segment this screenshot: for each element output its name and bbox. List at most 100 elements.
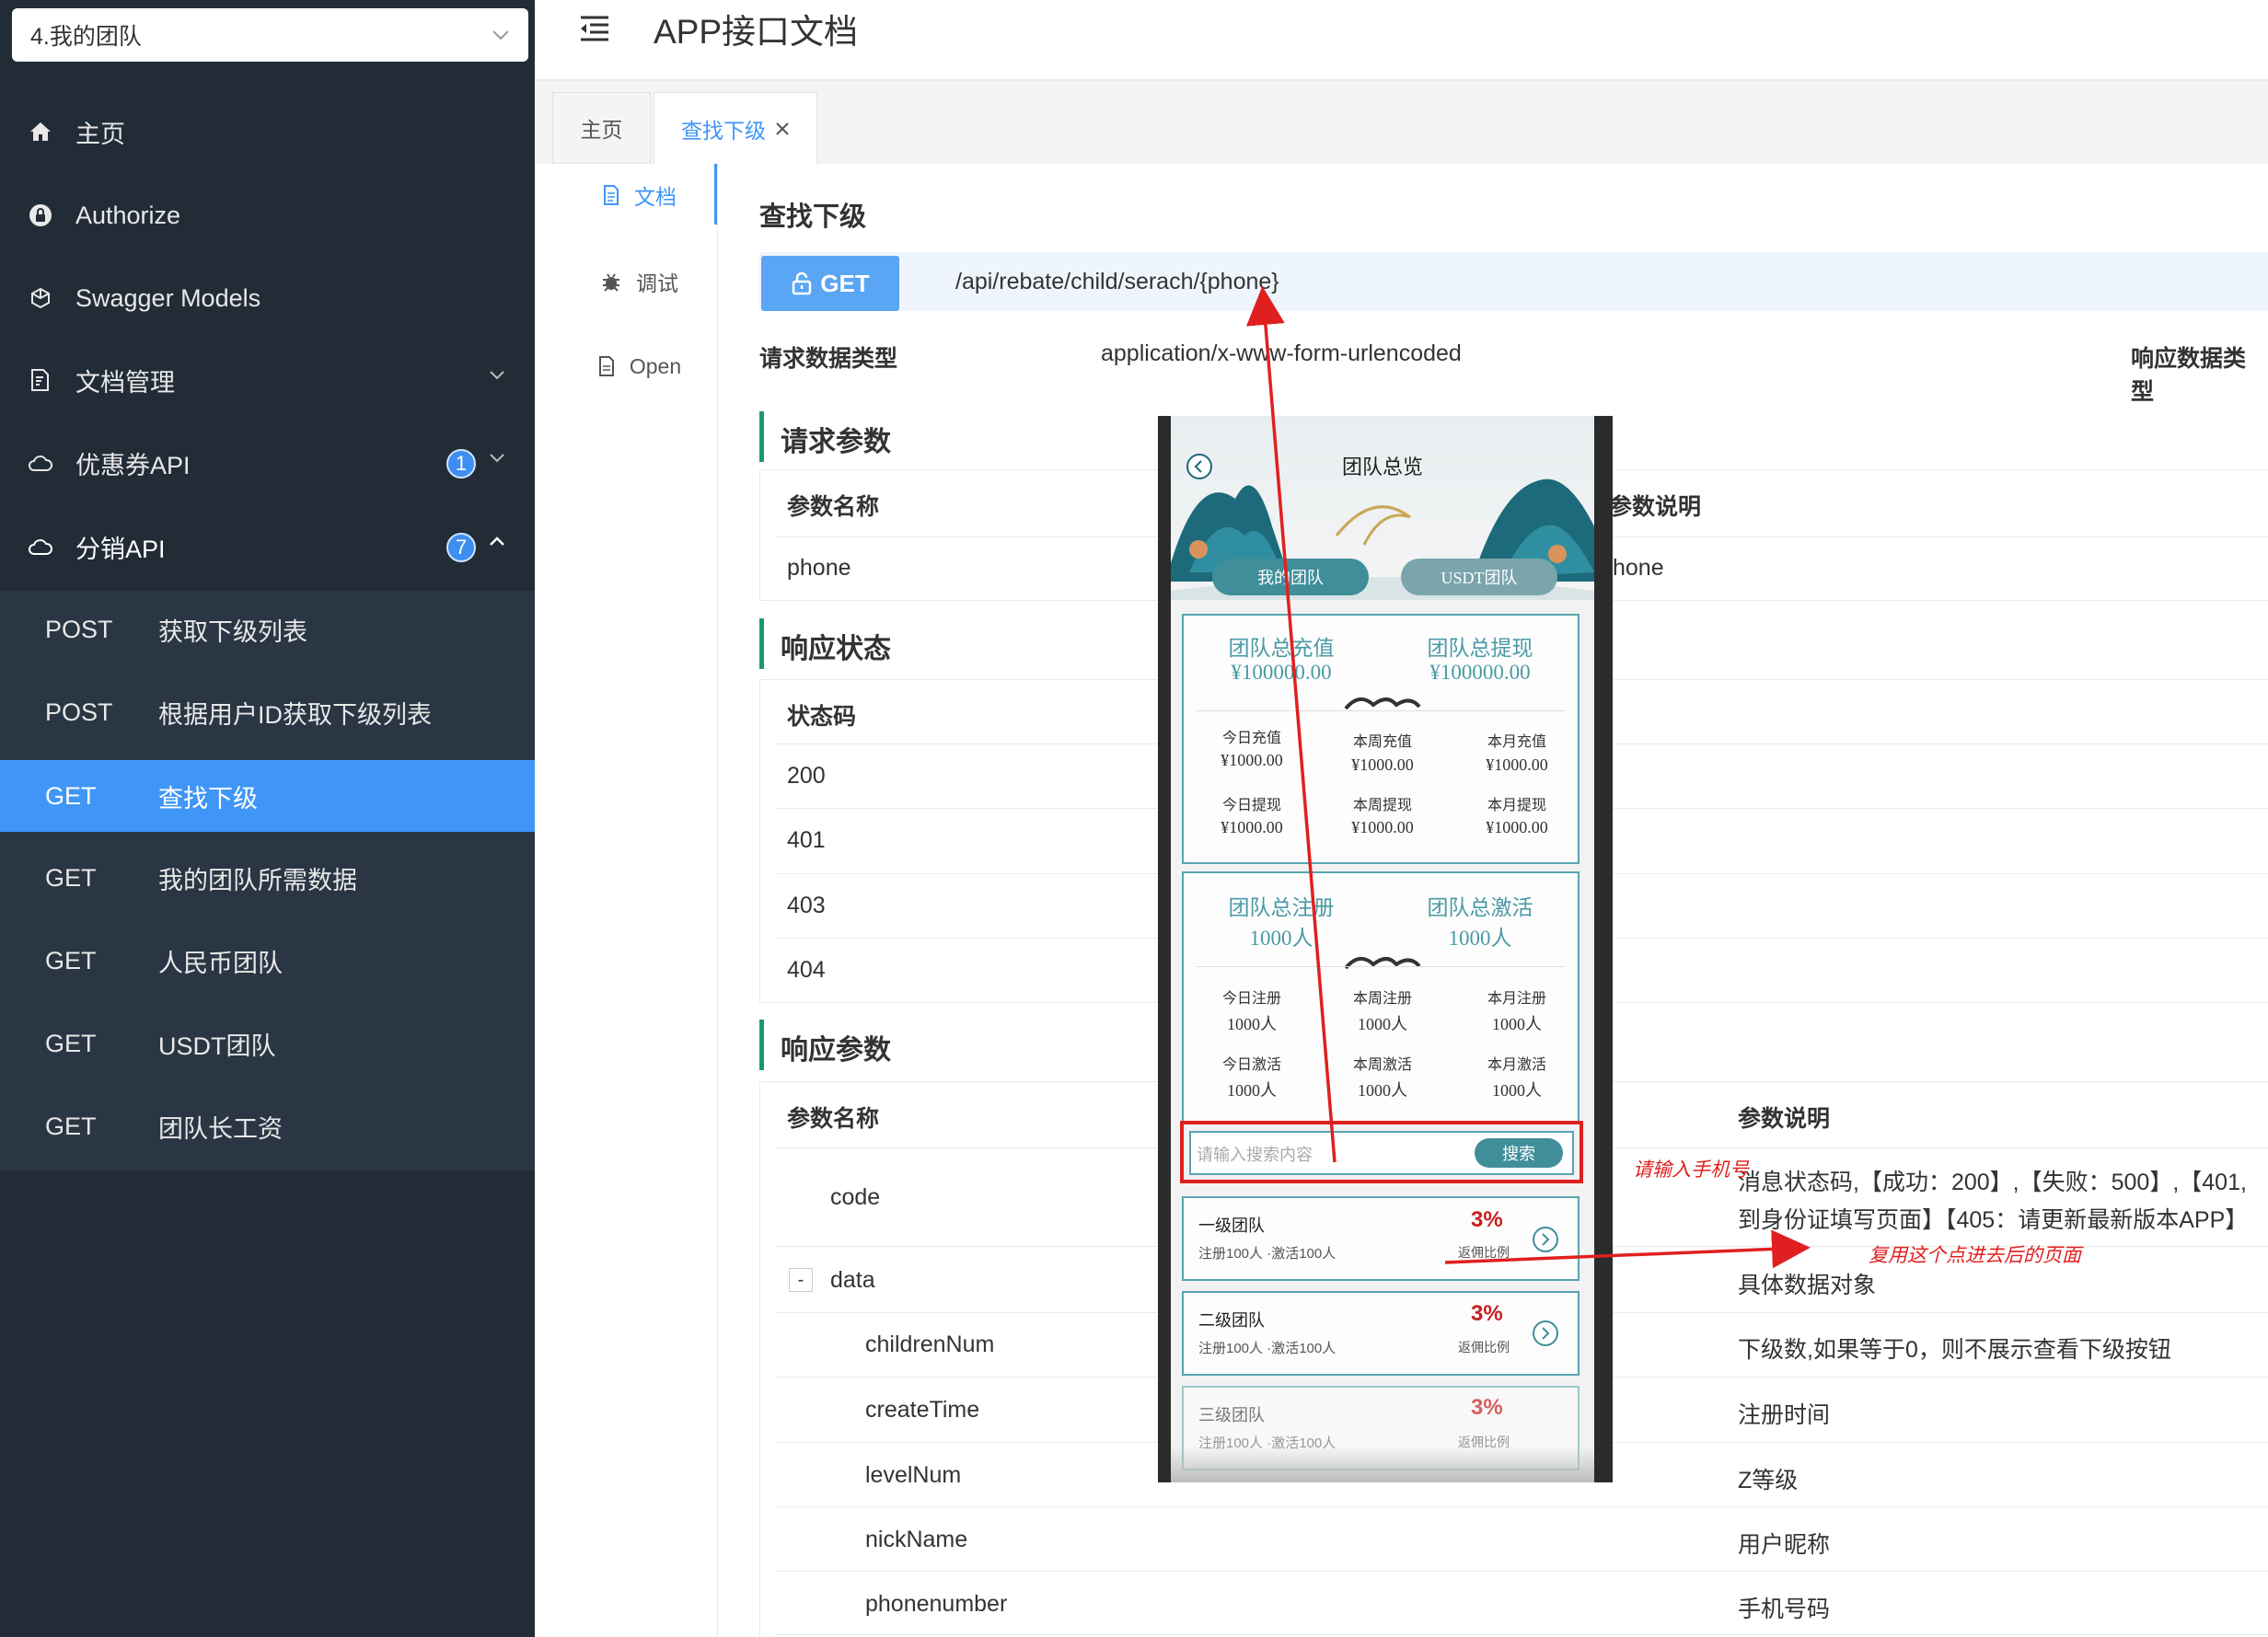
column-header: 参数说明	[1738, 1106, 1831, 1132]
param-desc: 具体数据对象	[1738, 1273, 1877, 1298]
param-name: code	[830, 1184, 881, 1210]
submenu-item-label: 查找下级	[158, 784, 258, 813]
stat-value: 1000人	[1358, 1081, 1407, 1100]
stat-value: 1000人	[1492, 1081, 1542, 1100]
param-desc: hone	[1613, 555, 1664, 581]
http-method: GET	[45, 1112, 97, 1140]
level-sub: 注册100人 ·激活100人	[1198, 1341, 1336, 1356]
sidebar-item-coupon-api[interactable]: 优惠券API 1	[0, 421, 535, 504]
rate-value: 3%	[1471, 1395, 1503, 1420]
section-title: 请求参数	[781, 427, 891, 457]
expand-toggle[interactable]: -	[789, 1268, 813, 1292]
param-name: childrenNum	[865, 1332, 995, 1357]
sidebar-item-authorize[interactable]: Authorize	[0, 174, 535, 257]
submenu-item-active[interactable]: GET 查找下级	[0, 760, 535, 832]
search-button[interactable]: 搜索	[1475, 1138, 1563, 1168]
section-bar	[759, 618, 764, 669]
divider	[1197, 710, 1565, 711]
document-settings-icon	[26, 365, 55, 395]
menu-toggle-icon[interactable]	[577, 15, 610, 47]
sidebar-item-label: 分销API	[75, 535, 166, 563]
tab-find-child[interactable]: 查找下级	[654, 92, 817, 164]
submenu-item[interactable]: POST 根据用户ID获取下级列表	[0, 675, 535, 749]
row-divider	[776, 1634, 2268, 1635]
submenu-item[interactable]: GET USDT团队	[0, 1007, 535, 1080]
stat-label: 本周提现	[1352, 798, 1412, 813]
cube-icon	[26, 283, 55, 313]
stat-value: 1000人	[1492, 1015, 1542, 1033]
doc-tab-label: Open	[629, 353, 682, 378]
submenu-item-label: 团队长工资	[158, 1114, 283, 1143]
stat-label: 本月激活	[1487, 1057, 1546, 1073]
back-icon[interactable]	[1186, 453, 1213, 485]
sidebar-item-distribution-api[interactable]: 分销API 7	[0, 505, 535, 588]
card-value: 1000人	[1249, 927, 1313, 950]
status-code: 200	[787, 763, 826, 789]
param-name: phonenumber	[865, 1591, 1008, 1617]
status-code: 404	[787, 957, 826, 983]
rate-value: 3%	[1471, 1207, 1503, 1232]
card-title: 团队总激活	[1427, 896, 1533, 919]
stat-label: 今日注册	[1221, 991, 1281, 1007]
sidebar-item-swagger-models[interactable]: Swagger Models	[0, 257, 535, 340]
stat-value: ¥1000.00	[1486, 755, 1548, 774]
method-label: GET	[820, 269, 870, 297]
chevron-right-icon[interactable]	[1532, 1320, 1559, 1352]
tab-my-team[interactable]: 我的团队	[1212, 559, 1369, 595]
endpoint-path[interactable]: /api/rebate/child/serach/{phone}	[955, 269, 1279, 295]
submenu-item[interactable]: GET 人民币团队	[0, 924, 535, 997]
doc-tab-document[interactable]: 文档	[571, 175, 709, 215]
level-card[interactable]	[1182, 1291, 1580, 1376]
count-badge: 7	[446, 533, 476, 562]
level-sub: 注册100人 ·激活100人	[1198, 1246, 1336, 1262]
chevron-down-icon	[490, 454, 504, 463]
submenu-item[interactable]: POST 获取下级列表	[0, 593, 535, 666]
chevron-right-icon[interactable]	[1532, 1226, 1559, 1258]
stat-label: 今日激活	[1221, 1057, 1281, 1073]
tab-home[interactable]: 主页	[552, 92, 651, 164]
stat-label: 今日充值	[1221, 731, 1281, 746]
sidebar-item-label: Swagger Models	[75, 283, 261, 312]
submenu-item[interactable]: GET 我的团队所需数据	[0, 841, 535, 915]
group-select-value: 4.我的团队	[30, 24, 142, 50]
doc-tab-debug[interactable]: 调试	[571, 261, 709, 302]
chevron-up-icon	[490, 536, 504, 546]
group-select[interactable]: 4.我的团队	[12, 8, 528, 62]
stat-label: 今日提现	[1221, 798, 1281, 813]
tab-usdt-team[interactable]: USDT团队	[1401, 559, 1557, 595]
stat-value: 1000人	[1227, 1081, 1277, 1100]
bug-icon	[603, 273, 619, 292]
param-desc: 消息状态码,【成功：200】,【失败：500】,【401,	[1738, 1170, 2247, 1195]
annotation-note: 请输入手机号	[1633, 1159, 1749, 1181]
stat-value: ¥1000.00	[1351, 755, 1414, 774]
method-badge: GET	[761, 256, 899, 311]
divider	[1197, 966, 1565, 967]
submenu-item[interactable]: GET 团队长工资	[0, 1089, 535, 1163]
sidebar-item-home[interactable]: 主页	[0, 90, 535, 173]
sidebar-item-doc-management[interactable]: 文档管理	[0, 339, 535, 421]
sidebar-item-label: 主页	[75, 120, 125, 148]
phone-screen: 团队总览 我的团队 USDT团队 团队总充值 ¥100000.00 团队总提现 …	[1171, 416, 1594, 1482]
count-badge: 1	[446, 449, 476, 478]
doc-tab-label: 调试	[636, 271, 678, 295]
level-name: 二级团队	[1198, 1311, 1265, 1330]
sidebar-item-label: Authorize	[75, 201, 181, 229]
stat-label: 本月充值	[1487, 734, 1546, 750]
close-icon[interactable]	[775, 121, 790, 136]
api-name: 查找下级	[759, 202, 867, 232]
request-type-label: 请求数据类型	[759, 346, 898, 372]
http-method: GET	[45, 1029, 97, 1057]
chevron-down-icon	[492, 30, 509, 40]
card-title: 团队总注册	[1228, 896, 1335, 919]
page-title: APP接口文档	[654, 13, 859, 51]
stat-label: 本周激活	[1352, 1057, 1412, 1073]
http-method: GET	[45, 781, 97, 810]
level-card[interactable]	[1182, 1196, 1580, 1281]
search-input[interactable]: 请输入搜索内容	[1197, 1142, 1313, 1166]
param-desc: 到身份证填写页面】【405：请更新最新版本APP】	[1738, 1207, 2249, 1233]
cloud-icon	[26, 532, 55, 561]
column-header: 参数名称	[787, 494, 880, 520]
annotation-note: 复用这个点进去后的页面	[1869, 1245, 2081, 1266]
file-icon	[598, 356, 614, 376]
doc-tab-open[interactable]: Open	[571, 346, 709, 386]
